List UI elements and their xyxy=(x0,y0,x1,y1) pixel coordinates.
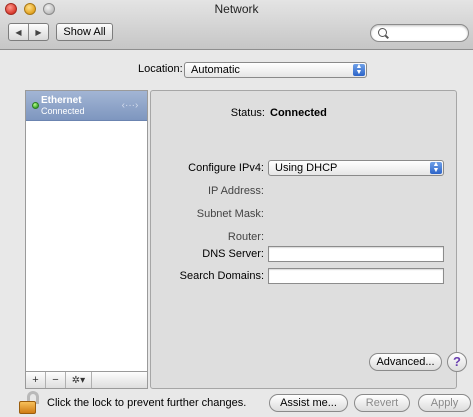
service-item-ethernet[interactable]: Ethernet Connected ‹···› xyxy=(26,91,147,121)
show-all-button[interactable]: Show All xyxy=(56,23,113,41)
lock-body xyxy=(19,401,36,414)
back-arrow-icon[interactable]: ◀ xyxy=(9,24,29,40)
search-icon xyxy=(378,28,387,37)
service-name: Ethernet xyxy=(41,95,82,106)
forward-arrow-icon[interactable]: ▶ xyxy=(29,24,48,40)
lock-message: Click the lock to prevent further change… xyxy=(47,397,247,409)
search-domains-label: Search Domains: xyxy=(179,270,264,282)
lock-icon[interactable] xyxy=(19,391,41,415)
title-bar: Network ◀ ▶ Show All xyxy=(0,0,473,50)
service-list-toolbar: + − ✲▾ xyxy=(25,371,148,389)
assist-me-button[interactable]: Assist me... xyxy=(269,394,348,412)
location-label: Location: xyxy=(138,63,183,75)
status-label: Status: xyxy=(230,107,265,119)
advanced-button[interactable]: Advanced... xyxy=(369,353,442,371)
configure-ipv4-popup[interactable]: Using DHCP ▲ ▼ xyxy=(268,160,444,176)
gear-action-icon[interactable]: ✲▾ xyxy=(66,372,92,388)
apply-button[interactable]: Apply xyxy=(418,394,471,412)
dns-server-field[interactable] xyxy=(268,246,444,262)
service-list: Ethernet Connected ‹···› xyxy=(25,90,148,372)
configure-ipv4-value: Using DHCP xyxy=(275,162,338,174)
location-selected-value: Automatic xyxy=(191,64,240,76)
dns-server-label: DNS Server: xyxy=(202,248,264,260)
search-field[interactable] xyxy=(370,24,469,42)
remove-service-button[interactable]: − xyxy=(46,372,66,388)
back-forward-control: ◀ ▶ xyxy=(8,23,49,41)
window-title: Network xyxy=(214,2,259,16)
service-status: Connected xyxy=(41,106,85,116)
subnet-mask-label: Subnet Mask: xyxy=(196,208,264,220)
help-icon[interactable]: ? xyxy=(447,352,467,372)
popup-arrows-icon: ▲ ▼ xyxy=(430,161,442,174)
status-value: Connected xyxy=(270,107,327,119)
configure-ipv4-label: Configure IPv4: xyxy=(188,162,264,174)
revert-button[interactable]: Revert xyxy=(354,394,410,412)
ethernet-icon: ‹···› xyxy=(121,100,139,111)
popup-arrows-icon: ▲ ▼ xyxy=(353,63,365,76)
network-preferences-window: Network ◀ ▶ Show All Location: Automatic… xyxy=(0,0,473,417)
ip-address-label: IP Address: xyxy=(207,185,264,197)
connected-status-icon xyxy=(32,102,39,109)
search-domains-field[interactable] xyxy=(268,268,444,284)
router-label: Router: xyxy=(227,231,264,243)
add-service-button[interactable]: + xyxy=(26,372,46,388)
location-popup[interactable]: Automatic ▲ ▼ xyxy=(184,62,367,78)
